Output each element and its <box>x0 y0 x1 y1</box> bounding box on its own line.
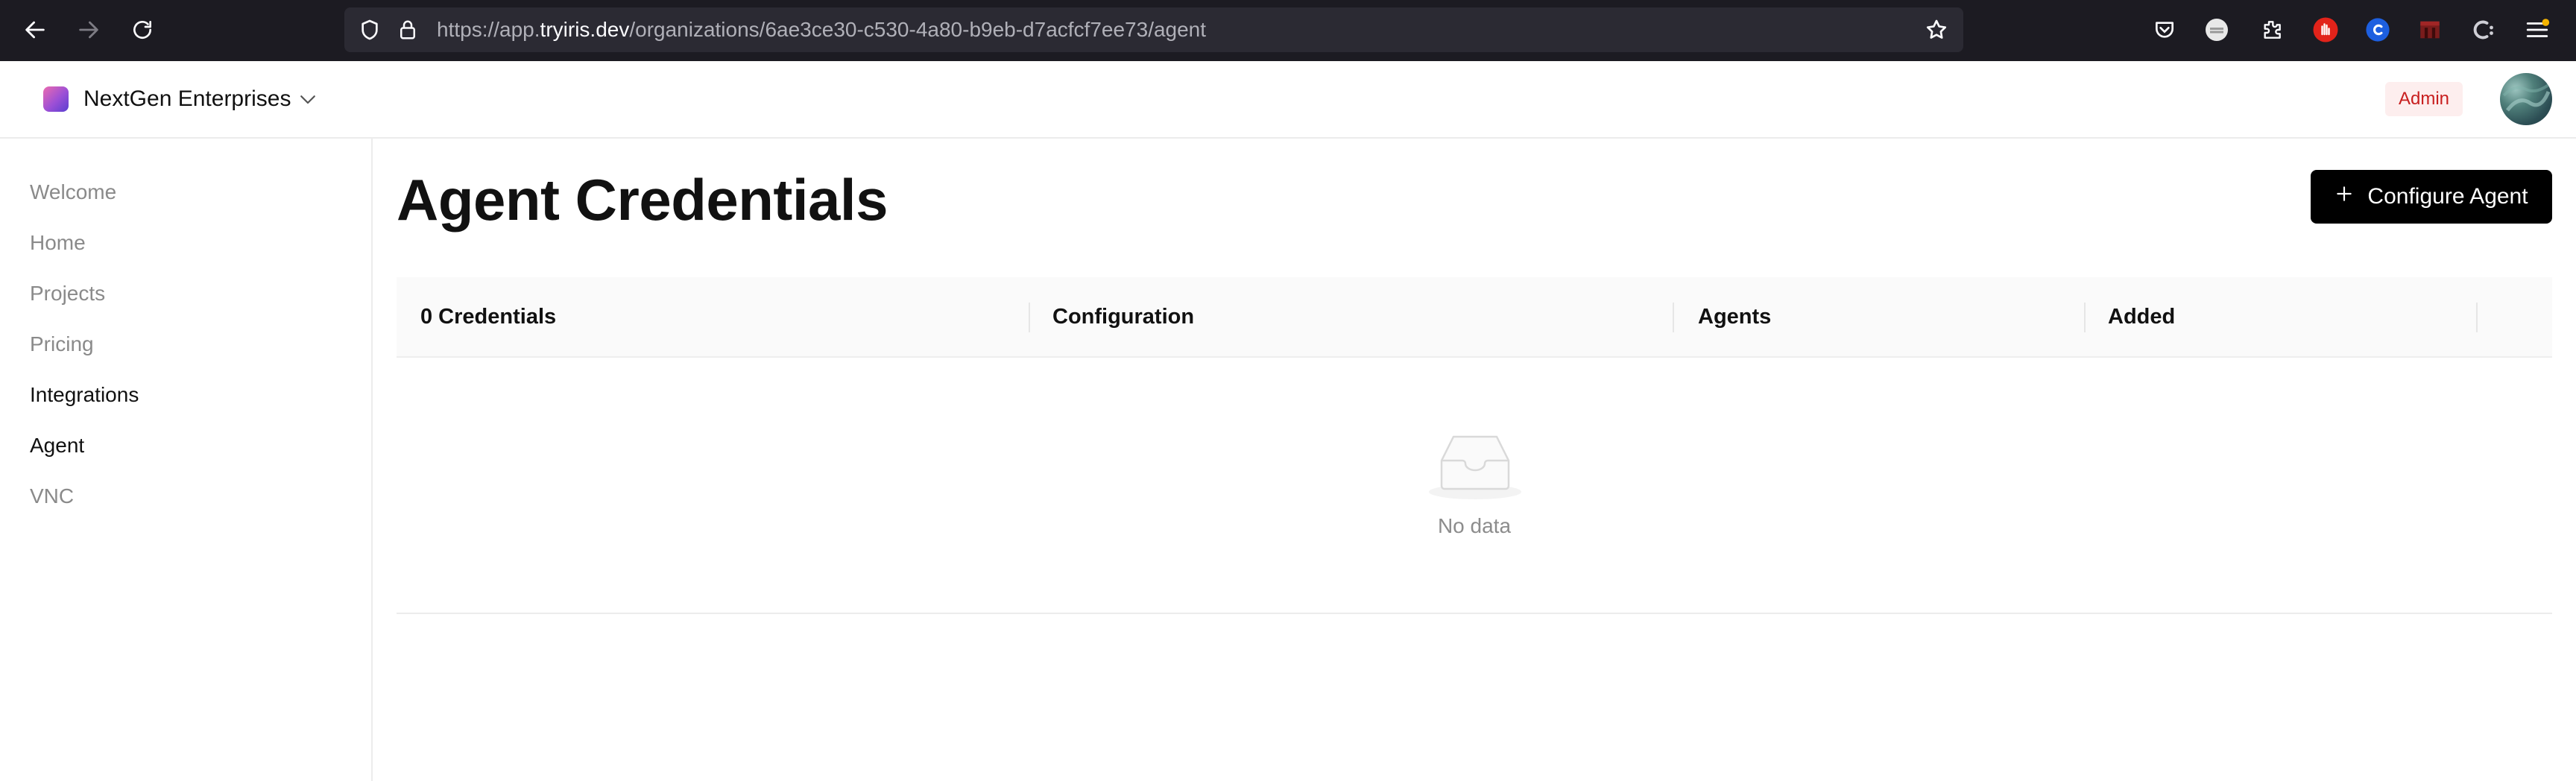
pocket-icon[interactable] <box>2150 15 2179 45</box>
c-icon[interactable] <box>2469 15 2498 45</box>
sidebar-item-welcome[interactable]: Welcome <box>30 177 116 207</box>
url-path: /organizations/6ae3ce30-c530-4a80-b9eb-d… <box>629 18 1207 41</box>
role-badge: Admin <box>2385 82 2463 116</box>
sidebar-item-integrations[interactable]: Integrations <box>30 380 139 410</box>
column-separator <box>2084 303 2086 332</box>
back-icon[interactable] <box>18 13 52 47</box>
sidebar-item-vnc[interactable]: VNC <box>30 481 74 511</box>
column-separator <box>1029 303 1030 332</box>
empty-inbox-icon <box>1427 431 1524 502</box>
sidebar-item-projects[interactable]: Projects <box>30 279 105 309</box>
forward-icon[interactable] <box>72 13 106 47</box>
sidebar-item-pricing[interactable]: Pricing <box>30 329 94 359</box>
page-title: Agent Credentials <box>397 167 888 233</box>
app-header: NextGen Enterprises Admin <box>0 61 2576 139</box>
column-header-configuration[interactable]: Configuration <box>1052 277 1194 358</box>
chevron-down-icon[interactable] <box>297 88 319 110</box>
column-separator <box>2476 303 2478 332</box>
org-switcher[interactable]: NextGen Enterprises <box>83 83 291 115</box>
puzzle-icon[interactable] <box>2257 15 2287 45</box>
sidebar-item-home[interactable]: Home <box>30 228 86 258</box>
column-separator <box>1673 303 1674 332</box>
shield-icon[interactable] <box>358 18 382 45</box>
configure-agent-label: Configure Agent <box>2367 184 2528 209</box>
column-header-added[interactable]: Added <box>2108 277 2175 358</box>
url-bar[interactable]: https://app.tryiris.dev/organizations/6a… <box>344 7 1963 52</box>
browser-toolbar: https://app.tryiris.dev/organizations/6a… <box>0 0 2576 61</box>
column-header-agents[interactable]: Agents <box>1698 277 1771 358</box>
menu-icon[interactable] <box>2522 15 2552 45</box>
sidebar-item-agent[interactable]: Agent <box>30 431 84 461</box>
star-icon[interactable] <box>1925 18 1948 45</box>
extension-icon[interactable] <box>2202 15 2232 45</box>
reload-icon[interactable] <box>125 13 160 47</box>
avatar[interactable] <box>2500 73 2552 125</box>
column-header-credentials[interactable]: 0 Credentials <box>420 277 556 358</box>
table-header: 0 Credentials Configuration Agents Added <box>397 277 2552 358</box>
url-host: tryiris.dev <box>540 18 630 41</box>
configure-agent-button[interactable]: Configure Agent <box>2311 170 2552 224</box>
credentials-table: 0 Credentials Configuration Agents Added… <box>397 277 2552 614</box>
blue-circle-icon[interactable] <box>2363 15 2393 45</box>
url-text[interactable]: https://app.tryiris.dev/organizations/6a… <box>437 7 1206 52</box>
hand-stop-icon[interactable] <box>2311 15 2340 45</box>
url-prefix: https://app. <box>437 18 540 41</box>
red-box-icon[interactable] <box>2415 15 2445 45</box>
empty-state-text: No data <box>1437 514 1512 537</box>
lock-icon[interactable] <box>397 18 419 45</box>
sidebar: Welcome Home Projects Pricing Integratio… <box>0 139 373 781</box>
org-logo[interactable] <box>43 86 69 112</box>
plus-icon <box>2334 184 2354 209</box>
